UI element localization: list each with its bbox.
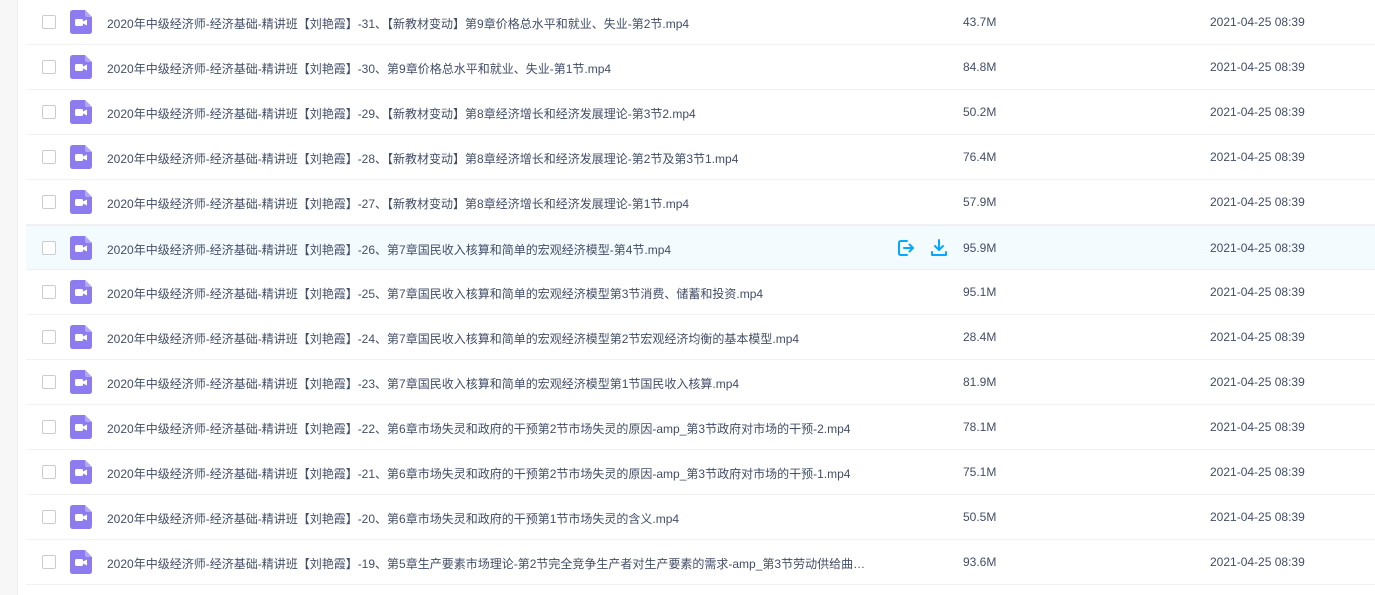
file-size: 95.9M — [963, 241, 997, 255]
video-file-icon — [70, 145, 92, 169]
file-row[interactable]: 2020年中级经济师-经济基础-精讲班【刘艳霞】-19、第5章生产要素市场理论-… — [26, 540, 1375, 585]
file-row[interactable]: 2020年中级经济师-经济基础-精讲班【刘艳霞】-28、【新教材变动】第8章经济… — [26, 135, 1375, 180]
file-list: 2020年中级经济师-经济基础-精讲班【刘艳霞】-31、【新教材变动】第9章价格… — [26, 0, 1375, 585]
file-date: 2021-04-25 08:39 — [1210, 555, 1305, 569]
file-date: 2021-04-25 08:39 — [1210, 15, 1305, 29]
file-name[interactable]: 2020年中级经济师-经济基础-精讲班【刘艳霞】-19、第5章生产要素市场理论-… — [107, 555, 867, 572]
file-size: 57.9M — [963, 195, 997, 209]
row-checkbox[interactable] — [42, 420, 56, 434]
file-name[interactable]: 2020年中级经济师-经济基础-精讲班【刘艳霞】-29、【新教材变动】第8章经济… — [107, 105, 867, 122]
row-actions — [896, 238, 959, 258]
file-name[interactable]: 2020年中级经济师-经济基础-精讲班【刘艳霞】-25、第7章国民收入核算和简单… — [107, 285, 867, 302]
file-size: 84.8M — [963, 60, 997, 74]
share-icon[interactable] — [896, 238, 916, 258]
file-row[interactable]: 2020年中级经济师-经济基础-精讲班【刘艳霞】-22、第6章市场失灵和政府的干… — [26, 405, 1375, 450]
file-row[interactable]: 2020年中级经济师-经济基础-精讲班【刘艳霞】-25、第7章国民收入核算和简单… — [26, 270, 1375, 315]
video-file-icon — [70, 10, 92, 34]
file-name[interactable]: 2020年中级经济师-经济基础-精讲班【刘艳霞】-27、【新教材变动】第8章经济… — [107, 195, 867, 212]
file-date: 2021-04-25 08:39 — [1210, 105, 1305, 119]
video-file-icon — [70, 100, 92, 124]
video-file-icon — [70, 370, 92, 394]
video-file-icon — [70, 325, 92, 349]
download-icon[interactable] — [929, 238, 949, 258]
file-row[interactable]: 2020年中级经济师-经济基础-精讲班【刘艳霞】-31、【新教材变动】第9章价格… — [26, 0, 1375, 45]
file-size: 50.2M — [963, 105, 997, 119]
row-checkbox[interactable] — [42, 555, 56, 569]
video-file-icon — [70, 190, 92, 214]
file-row[interactable]: 2020年中级经济师-经济基础-精讲班【刘艳霞】-24、第7章国民收入核算和简单… — [26, 315, 1375, 360]
file-date: 2021-04-25 08:39 — [1210, 420, 1305, 434]
file-name[interactable]: 2020年中级经济师-经济基础-精讲班【刘艳霞】-22、第6章市场失灵和政府的干… — [107, 420, 867, 437]
video-file-icon — [70, 550, 92, 574]
file-date: 2021-04-25 08:39 — [1210, 241, 1305, 255]
file-name[interactable]: 2020年中级经济师-经济基础-精讲班【刘艳霞】-21、第6章市场失灵和政府的干… — [107, 465, 867, 482]
row-checkbox[interactable] — [42, 330, 56, 344]
video-file-icon — [70, 415, 92, 439]
file-name[interactable]: 2020年中级经济师-经济基础-精讲班【刘艳霞】-24、第7章国民收入核算和简单… — [107, 330, 867, 347]
file-size: 50.5M — [963, 510, 997, 524]
row-checkbox[interactable] — [42, 150, 56, 164]
file-name[interactable]: 2020年中级经济师-经济基础-精讲班【刘艳霞】-20、第6章市场失灵和政府的干… — [107, 510, 867, 527]
file-name[interactable]: 2020年中级经济师-经济基础-精讲班【刘艳霞】-28、【新教材变动】第8章经济… — [107, 150, 867, 167]
file-name[interactable]: 2020年中级经济师-经济基础-精讲班【刘艳霞】-26、第7章国民收入核算和简单… — [107, 241, 867, 258]
file-size: 78.1M — [963, 420, 997, 434]
video-file-icon — [70, 280, 92, 304]
file-date: 2021-04-25 08:39 — [1210, 195, 1305, 209]
file-row[interactable]: 2020年中级经济师-经济基础-精讲班【刘艳霞】-29、【新教材变动】第8章经济… — [26, 90, 1375, 135]
row-checkbox[interactable] — [42, 195, 56, 209]
file-size: 76.4M — [963, 150, 997, 164]
row-checkbox[interactable] — [42, 15, 56, 29]
file-size: 81.9M — [963, 375, 997, 389]
video-file-icon — [70, 55, 92, 79]
file-date: 2021-04-25 08:39 — [1210, 375, 1305, 389]
file-row[interactable]: 2020年中级经济师-经济基础-精讲班【刘艳霞】-27、【新教材变动】第8章经济… — [26, 180, 1375, 225]
file-name[interactable]: 2020年中级经济师-经济基础-精讲班【刘艳霞】-31、【新教材变动】第9章价格… — [107, 15, 867, 32]
row-checkbox[interactable] — [42, 285, 56, 299]
video-file-icon — [70, 460, 92, 484]
file-name[interactable]: 2020年中级经济师-经济基础-精讲班【刘艳霞】-23、第7章国民收入核算和简单… — [107, 375, 867, 392]
file-row[interactable]: 2020年中级经济师-经济基础-精讲班【刘艳霞】-20、第6章市场失灵和政府的干… — [26, 495, 1375, 540]
file-date: 2021-04-25 08:39 — [1210, 465, 1305, 479]
file-date: 2021-04-25 08:39 — [1210, 510, 1305, 524]
left-scroll-strip — [0, 0, 18, 595]
file-row[interactable]: 2020年中级经济师-经济基础-精讲班【刘艳霞】-21、第6章市场失灵和政府的干… — [26, 450, 1375, 495]
row-checkbox[interactable] — [42, 241, 56, 255]
file-size: 93.6M — [963, 555, 997, 569]
video-file-icon — [70, 236, 92, 260]
file-date: 2021-04-25 08:39 — [1210, 60, 1305, 74]
file-size: 43.7M — [963, 15, 997, 29]
file-row[interactable]: 2020年中级经济师-经济基础-精讲班【刘艳霞】-23、第7章国民收入核算和简单… — [26, 360, 1375, 405]
row-checkbox[interactable] — [42, 375, 56, 389]
row-checkbox[interactable] — [42, 60, 56, 74]
file-date: 2021-04-25 08:39 — [1210, 285, 1305, 299]
video-file-icon — [70, 505, 92, 529]
row-checkbox[interactable] — [42, 465, 56, 479]
file-size: 28.4M — [963, 330, 997, 344]
file-name[interactable]: 2020年中级经济师-经济基础-精讲班【刘艳霞】-30、第9章价格总水平和就业、… — [107, 60, 867, 77]
row-checkbox[interactable] — [42, 105, 56, 119]
file-row[interactable]: 2020年中级经济师-经济基础-精讲班【刘艳霞】-30、第9章价格总水平和就业、… — [26, 45, 1375, 90]
row-checkbox[interactable] — [42, 510, 56, 524]
file-size: 95.1M — [963, 285, 997, 299]
file-date: 2021-04-25 08:39 — [1210, 150, 1305, 164]
file-size: 75.1M — [963, 465, 997, 479]
file-row[interactable]: 2020年中级经济师-经济基础-精讲班【刘艳霞】-26、第7章国民收入核算和简单… — [26, 225, 1375, 270]
file-date: 2021-04-25 08:39 — [1210, 330, 1305, 344]
